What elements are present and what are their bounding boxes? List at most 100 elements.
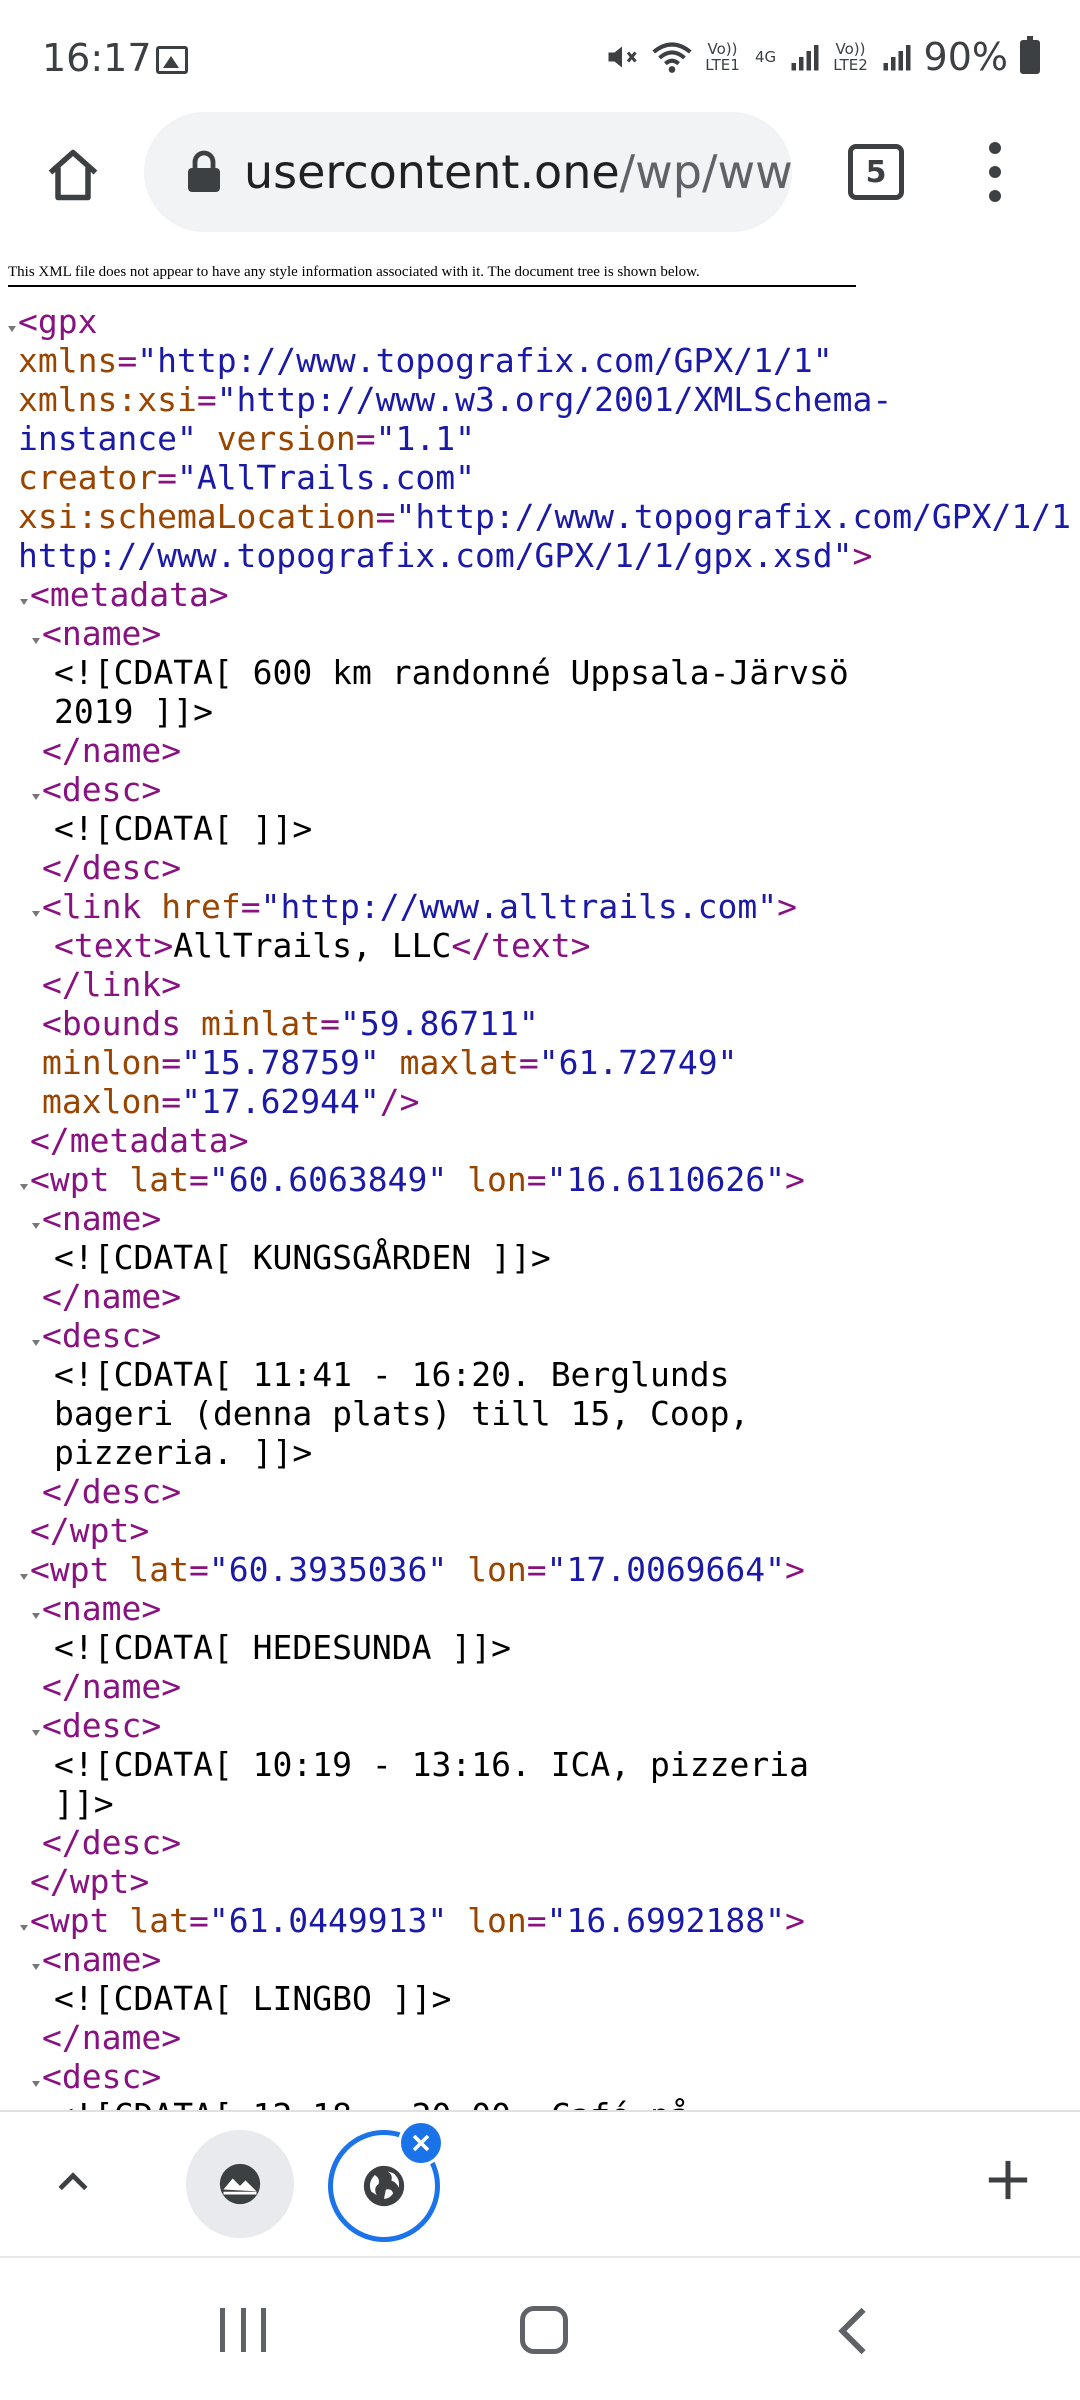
xml-token: >: [785, 1550, 805, 1589]
xml-line: <![CDATA[ LINGBO ]]>: [0, 1979, 1080, 2018]
new-tab-button[interactable]: [984, 2156, 1032, 2204]
url-text[interactable]: usercontent.one/wp/ww: [244, 145, 792, 199]
xml-token: [447, 1160, 467, 1199]
back-button[interactable]: [832, 2304, 872, 2358]
tab-thumbnail-1[interactable]: [186, 2130, 294, 2238]
xml-token: </wpt>: [30, 1862, 150, 1901]
collapse-triangle-icon[interactable]: [20, 1574, 28, 1580]
xml-token: xsi:schemaLocation: [18, 497, 376, 536]
xml-token: <gpx: [18, 302, 98, 341]
xml-line: <![CDATA[ 12:18 - 20:00. Café på: [0, 2096, 1080, 2110]
xml-token: =: [526, 1901, 547, 1940]
xml-token: </name>: [42, 2018, 182, 2057]
battery-icon: [1020, 36, 1040, 74]
collapse-triangle-icon[interactable]: [20, 1925, 28, 1931]
xml-token: </desc>: [42, 1472, 182, 1511]
xml-token: <![CDATA[ LINGBO ]]>: [54, 1979, 452, 2018]
xml-token: />: [379, 1082, 420, 1121]
network-lte2-label: Vo)) LTE2: [833, 40, 868, 74]
xml-line: bageri (denna plats) till 15, Coop,: [0, 1394, 1080, 1433]
xml-token: >: [852, 536, 873, 575]
xml-line: </link>: [0, 965, 1080, 1004]
collapse-triangle-icon[interactable]: [32, 1613, 40, 1619]
xml-tree: <gpx xmlns="http://www.topografix.com/GPX…: [0, 302, 1080, 2110]
collapse-triangle-icon[interactable]: [32, 2081, 40, 2087]
xml-token: <![CDATA[ 11:41 - 16:20. Berglunds: [54, 1355, 730, 1394]
xml-token: <text>: [54, 926, 174, 965]
xml-token: "17.62944": [181, 1082, 380, 1121]
xml-line: <text>AllTrails, LLC</text>: [0, 926, 1080, 965]
collapse-triangle-icon[interactable]: [32, 794, 40, 800]
xml-token: xmlns: [18, 341, 118, 380]
xml-token: AllTrails, LLC: [173, 926, 452, 965]
xml-line: </name>: [0, 2018, 1080, 2057]
signal-sim2-icon: [882, 42, 912, 72]
xml-line: 2019 ]]>: [0, 692, 1080, 731]
xml-token: [197, 419, 217, 458]
home-button[interactable]: [38, 140, 108, 210]
xml-token: =: [117, 341, 138, 380]
expand-tabs-button[interactable]: [48, 2158, 98, 2208]
xml-token: <![CDATA[ 600 km randonné Uppsala-Järvsö: [54, 653, 849, 692]
xml-token: =: [355, 419, 376, 458]
xml-token: =: [188, 1550, 209, 1589]
xml-line: </name>: [0, 1667, 1080, 1706]
xml-line: </desc>: [0, 848, 1080, 887]
xml-line: </wpt>: [0, 1862, 1080, 1901]
xml-line: <![CDATA[ 10:19 - 13:16. ICA, pizzeria: [0, 1745, 1080, 1784]
tab-switcher-button[interactable]: 5: [848, 144, 904, 200]
xml-token: >: [777, 887, 798, 926]
xml-line: <desc>: [0, 2057, 1080, 2096]
xml-token: lon: [467, 1160, 527, 1199]
xml-style-notice: This XML file does not appear to have an…: [8, 264, 856, 287]
menu-dot-icon: [989, 190, 1001, 202]
xml-token: href: [161, 887, 241, 926]
close-tab-button[interactable]: [398, 2120, 444, 2166]
system-nav-bar: [0, 2256, 1080, 2400]
xml-token: maxlon: [42, 1082, 162, 1121]
recents-bar-icon: [261, 2308, 266, 2352]
xml-line: <![CDATA[ 11:41 - 16:20. Berglunds: [0, 1355, 1080, 1394]
xml-line: <wpt lat="61.0449913" lon="16.6992188">: [0, 1901, 1080, 1940]
back-chevron-icon: [838, 2307, 866, 2355]
collapse-triangle-icon[interactable]: [20, 1184, 28, 1190]
address-bar[interactable]: usercontent.one/wp/ww: [144, 112, 792, 232]
network-4g-label: 4G: [754, 48, 777, 66]
xml-token: "59.86711": [340, 1004, 539, 1043]
xml-token: =: [157, 458, 177, 497]
collapse-triangle-icon[interactable]: [32, 1964, 40, 1970]
xml-token: =: [240, 887, 261, 926]
xml-token: <desc>: [42, 1706, 162, 1745]
collapse-triangle-icon[interactable]: [8, 326, 16, 332]
xml-line: <metadata>: [0, 575, 1080, 614]
collapse-triangle-icon[interactable]: [20, 599, 28, 605]
xml-token: <name>: [42, 1940, 162, 1979]
overflow-menu-button[interactable]: [980, 142, 1010, 202]
xml-token: <![CDATA[ ]]>: [54, 809, 313, 848]
chevron-up-icon: [58, 2172, 88, 2191]
xml-token: <name>: [42, 1589, 162, 1628]
system-home-button[interactable]: [520, 2306, 568, 2354]
xml-token: =: [188, 1901, 209, 1940]
collapse-triangle-icon[interactable]: [32, 1340, 40, 1346]
xml-token: =: [375, 497, 396, 536]
status-bar: 16:17 Vo)) LTE1 4G Vo)) LTE2 90%: [0, 0, 1080, 112]
collapse-triangle-icon[interactable]: [32, 1730, 40, 1736]
xml-token: </link>: [42, 965, 182, 1004]
xml-token: minlon: [42, 1043, 162, 1082]
lock-icon[interactable]: [186, 147, 222, 197]
xml-line: http://www.topografix.com/GPX/1/1/gpx.xs…: [0, 536, 1080, 575]
xml-line: <gpx: [0, 302, 1080, 341]
xml-token: </desc>: [42, 848, 182, 887]
xml-line: <![CDATA[ KUNGSGÅRDEN ]]>: [0, 1238, 1080, 1277]
xml-token: pizzeria. ]]>: [54, 1433, 313, 1472]
status-time: 16:17: [42, 36, 152, 80]
collapse-triangle-icon[interactable]: [32, 1223, 40, 1229]
collapse-triangle-icon[interactable]: [32, 911, 40, 917]
xml-token: </name>: [42, 731, 182, 770]
site-favicon-icon: [219, 2163, 261, 2205]
recents-button[interactable]: [220, 2308, 266, 2352]
xml-token: version: [216, 419, 356, 458]
collapse-triangle-icon[interactable]: [32, 638, 40, 644]
wifi-icon: [651, 40, 692, 74]
